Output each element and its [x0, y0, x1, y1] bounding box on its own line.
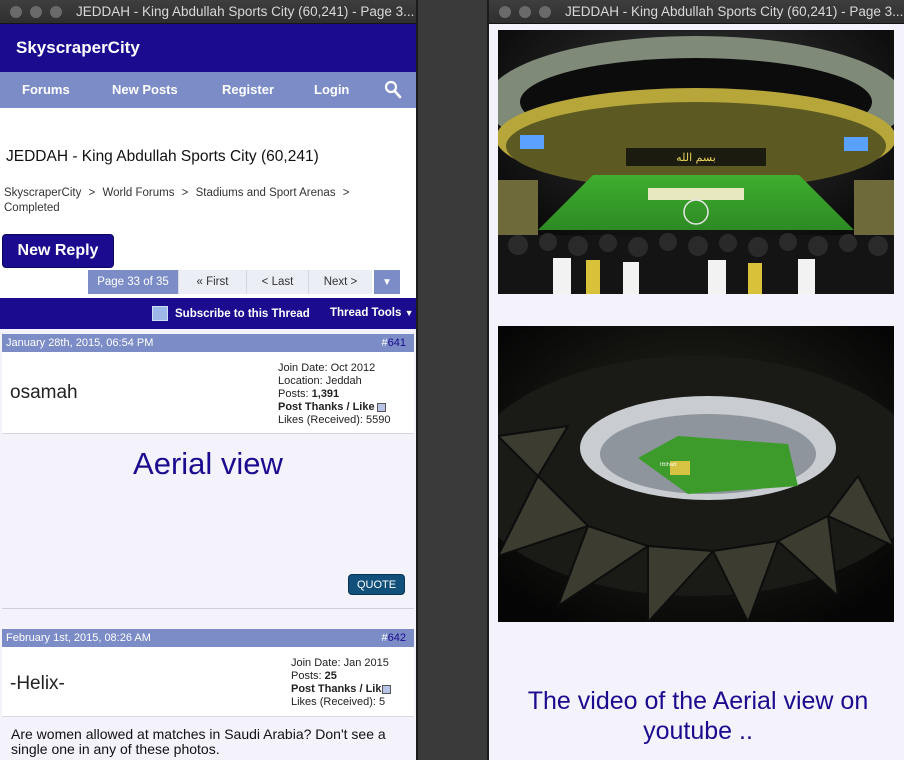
breadcrumb-separator: > — [181, 187, 189, 199]
thread-header: JEDDAH - King Abdullah Sports City (60,2… — [0, 108, 416, 298]
posts-label: Posts: — [278, 388, 309, 400]
post-number: 642 — [387, 632, 406, 644]
pagination-first[interactable]: « First — [178, 270, 246, 294]
post-header: February 1st, 2015, 08:26 AM #642 — [2, 629, 414, 647]
breadcrumb-skyscrapercity[interactable]: SkyscraperCity — [4, 187, 81, 199]
nav-register[interactable]: Register — [222, 82, 274, 97]
thread-tools-menu[interactable]: Thread Tools ▼ — [330, 307, 413, 319]
subscribe-link[interactable]: Subscribe to this Thread — [152, 306, 310, 321]
svg-text:Ittihad: Ittihad — [660, 462, 676, 468]
post-thanks-label: Post Thanks / Like — [278, 401, 375, 413]
post-number: 641 — [387, 337, 406, 349]
breadcrumb: SkyscraperCity > World Forums > Stadiums… — [4, 186, 384, 216]
post-date: February 1st, 2015, 08:26 AM — [6, 632, 151, 644]
window-titlebar[interactable]: JEDDAH - King Abdullah Sports City (60,2… — [489, 0, 904, 24]
likes-received: Likes (Received): 5 — [291, 696, 386, 708]
posts-label: Posts: — [291, 670, 322, 682]
post-content: Aerial view QUOTE — [2, 434, 414, 606]
post-content-title: Aerial view — [133, 446, 283, 481]
close-window-button[interactable] — [499, 5, 511, 18]
post-thanks-icon[interactable] — [376, 402, 386, 412]
breadcrumb-separator: > — [342, 187, 350, 199]
pagination: Page 33 of 35 « First < Last Next > ▼ — [88, 270, 400, 294]
close-window-button[interactable] — [10, 5, 22, 18]
stadium-interior-photo: بسم الله — [498, 30, 894, 294]
post-number-link[interactable]: #642 — [382, 632, 406, 644]
subscribe-icon — [152, 306, 168, 321]
posts-count-row: Posts: 1,391 — [278, 388, 391, 401]
post-username[interactable]: -Helix- — [10, 673, 65, 695]
thread-toolbar: Subscribe to this Thread Thread Tools ▼ — [0, 298, 416, 329]
posts-count: 1,391 — [311, 388, 340, 400]
post-number-link[interactable]: #641 — [382, 337, 406, 349]
post-date: January 28th, 2015, 06:54 PM — [6, 337, 154, 349]
posts-count-row: Posts: 25 — [291, 670, 391, 683]
breadcrumb-world-forums[interactable]: World Forums — [102, 187, 174, 199]
nav-forums[interactable]: Forums — [22, 82, 70, 97]
pagination-next[interactable]: Next > — [308, 270, 372, 294]
user-stats: Join Date: Jan 2015 Posts: 25 Post Thank… — [291, 657, 391, 709]
window-titlebar[interactable]: JEDDAH - King Abdullah Sports City (60,2… — [0, 0, 416, 24]
post-641: January 28th, 2015, 06:54 PM #641 osamah… — [2, 334, 414, 606]
location: Location: Jeddah — [278, 375, 362, 387]
subscribe-label: Subscribe to this Thread — [175, 307, 310, 320]
post-thanks-row: Post Thanks / Like — [291, 683, 391, 696]
post-thanks-row: Post Thanks / Like — [278, 401, 391, 414]
quote-button[interactable]: QUOTE — [348, 574, 405, 595]
join-date: Join Date: Oct 2012 — [278, 362, 376, 374]
nav-new-posts[interactable]: New Posts — [112, 82, 178, 97]
browser-window-left: JEDDAH - King Abdullah Sports City (60,2… — [0, 0, 418, 760]
zoom-window-button[interactable] — [50, 5, 62, 18]
post-divider — [2, 608, 414, 609]
minimize-window-button[interactable] — [519, 5, 531, 18]
post-thanks-label: Post Thanks / Like — [291, 683, 388, 695]
user-stats: Join Date: Oct 2012 Location: Jeddah Pos… — [278, 362, 391, 427]
join-date: Join Date: Jan 2015 — [291, 657, 389, 669]
post-username[interactable]: osamah — [10, 382, 78, 404]
posts-count: 25 — [324, 670, 337, 682]
browser-window-right: JEDDAH - King Abdullah Sports City (60,2… — [487, 0, 904, 760]
post-text: Are women allowed at matches in Saudi Ar… — [11, 726, 386, 757]
post-userinfo: osamah Join Date: Oct 2012 Location: Jed… — [2, 352, 414, 434]
main-nav: Forums New Posts Register Login — [0, 72, 416, 108]
breadcrumb-completed[interactable]: Completed — [4, 202, 60, 214]
dropdown-arrow-icon[interactable]: ▼ — [374, 270, 400, 294]
post-642: February 1st, 2015, 08:26 AM #642 -Helix… — [2, 629, 414, 717]
nav-login[interactable]: Login — [314, 82, 349, 97]
zoom-window-button[interactable] — [539, 5, 551, 18]
post-userinfo: -Helix- Join Date: Jan 2015 Posts: 25 Po… — [2, 647, 414, 717]
window-title: JEDDAH - King Abdullah Sports City (60,2… — [565, 4, 904, 19]
site-header: SkyscraperCity — [0, 24, 416, 72]
stadium-aerial-photo: Ittihad — [498, 326, 894, 622]
video-caption-link[interactable]: The video of the Aerial view on youtube … — [497, 686, 899, 746]
new-reply-button[interactable]: New Reply — [2, 234, 114, 268]
pagination-last[interactable]: < Last — [246, 270, 308, 294]
thread-tools-label: Thread Tools — [330, 307, 402, 319]
window-title: JEDDAH - King Abdullah Sports City (60,2… — [76, 4, 415, 19]
minimize-window-button[interactable] — [30, 5, 42, 18]
svg-text:بسم الله: بسم الله — [676, 151, 716, 164]
pagination-current: Page 33 of 35 — [88, 270, 178, 294]
post-header: January 28th, 2015, 06:54 PM #641 — [2, 334, 414, 352]
breadcrumb-stadiums[interactable]: Stadiums and Sport Arenas — [196, 187, 336, 199]
chevron-down-icon: ▼ — [404, 308, 414, 318]
likes-received: Likes (Received): 5590 — [278, 414, 391, 426]
site-logo[interactable]: SkyscraperCity — [16, 38, 140, 58]
post-thanks-icon[interactable] — [381, 684, 391, 694]
thread-title: JEDDAH - King Abdullah Sports City (60,2… — [6, 148, 319, 165]
breadcrumb-separator: > — [88, 187, 96, 199]
search-icon[interactable] — [384, 80, 402, 100]
